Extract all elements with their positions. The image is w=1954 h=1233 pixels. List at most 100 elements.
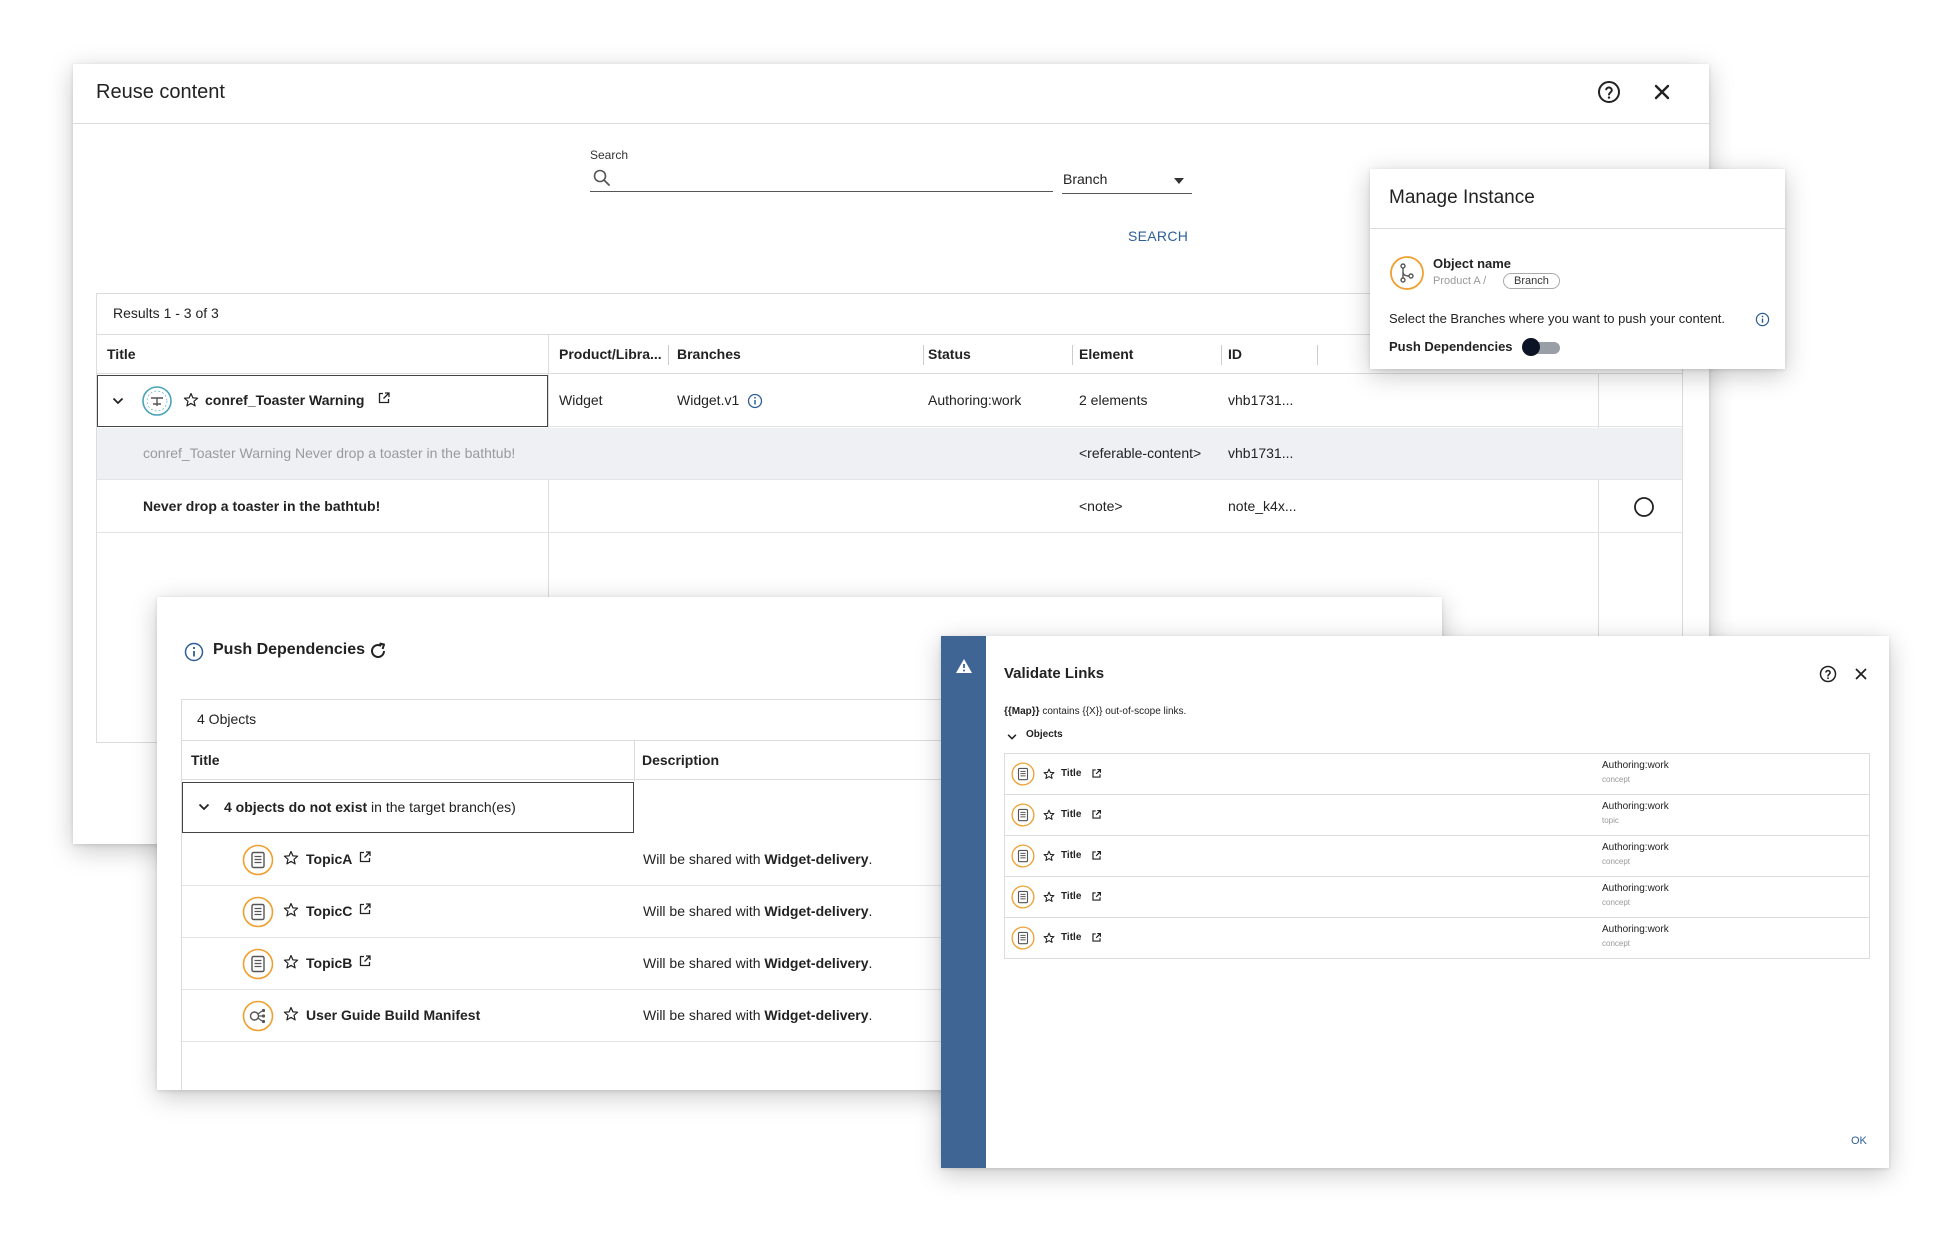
info-icon[interactable] bbox=[1755, 312, 1770, 327]
chevron-down-icon[interactable] bbox=[111, 394, 125, 408]
item-title[interactable]: Title bbox=[1061, 850, 1081, 861]
chevron-down-icon[interactable] bbox=[197, 800, 211, 814]
item-name[interactable]: TopicB bbox=[306, 955, 352, 971]
item-title[interactable]: Title bbox=[1061, 809, 1081, 820]
item-status: Authoring:work bbox=[1602, 924, 1669, 935]
star-icon[interactable] bbox=[1043, 809, 1055, 821]
star-icon[interactable] bbox=[183, 392, 199, 408]
column-header-title[interactable]: Title bbox=[191, 752, 220, 768]
topic-icon bbox=[1011, 762, 1035, 786]
help-icon[interactable] bbox=[1597, 80, 1621, 104]
help-icon[interactable] bbox=[1819, 665, 1837, 683]
branch-chip[interactable]: Branch bbox=[1503, 273, 1560, 289]
push-dependencies-label: Push Dependencies bbox=[1389, 339, 1513, 354]
list-item[interactable]: Title Authoring:work topic bbox=[1005, 795, 1869, 836]
item-status: Authoring:work bbox=[1602, 883, 1669, 894]
column-header-status[interactable]: Status bbox=[928, 346, 971, 362]
topic-icon bbox=[242, 896, 274, 928]
external-link-icon[interactable] bbox=[358, 850, 372, 864]
external-link-icon[interactable] bbox=[377, 391, 391, 405]
item-type: concept bbox=[1602, 857, 1631, 866]
desc-target: Widget-delivery bbox=[764, 1007, 869, 1023]
column-header-title[interactable]: Title bbox=[107, 346, 136, 362]
star-icon[interactable] bbox=[283, 1006, 299, 1022]
objects-label: Objects bbox=[1026, 729, 1063, 740]
toggle-knob bbox=[1522, 338, 1540, 356]
item-name[interactable]: User Guide Build Manifest bbox=[306, 1007, 480, 1023]
item-description: Will be shared with Widget-delivery. bbox=[643, 1007, 872, 1023]
search-input[interactable] bbox=[590, 166, 1053, 192]
column-header-product[interactable]: Product/Libra... bbox=[559, 346, 662, 362]
topic-icon bbox=[1011, 844, 1035, 868]
star-icon[interactable] bbox=[283, 850, 299, 866]
column-divider[interactable] bbox=[1317, 345, 1318, 365]
item-name[interactable]: TopicA bbox=[306, 851, 352, 867]
search-icon bbox=[592, 168, 612, 188]
external-link-icon[interactable] bbox=[1091, 850, 1102, 861]
external-link-icon[interactable] bbox=[358, 902, 372, 916]
table-row[interactable]: conref_Toaster Warning Widget Widget.v1 … bbox=[97, 375, 1682, 427]
external-link-icon[interactable] bbox=[1091, 932, 1102, 943]
item-type: concept bbox=[1602, 939, 1631, 948]
item-type: concept bbox=[1602, 898, 1631, 907]
search-label: Search bbox=[590, 148, 629, 162]
row-product: Widget bbox=[559, 392, 603, 408]
search-button[interactable]: SEARCH bbox=[1128, 228, 1188, 244]
column-header-id[interactable]: ID bbox=[1228, 346, 1242, 362]
radio-button[interactable] bbox=[1633, 496, 1655, 518]
close-icon[interactable] bbox=[1651, 81, 1673, 103]
external-link-icon[interactable] bbox=[1091, 809, 1102, 820]
star-icon[interactable] bbox=[1043, 932, 1055, 944]
row-element: 2 elements bbox=[1079, 392, 1148, 408]
star-icon[interactable] bbox=[283, 902, 299, 918]
list-item[interactable]: Title Authoring:work concept bbox=[1005, 918, 1869, 959]
item-name[interactable]: TopicC bbox=[306, 903, 352, 919]
desc-prefix: Will be shared with bbox=[643, 903, 765, 919]
star-icon[interactable] bbox=[1043, 768, 1055, 780]
row-branch: Widget.v1 bbox=[677, 392, 740, 408]
close-icon[interactable] bbox=[1853, 666, 1869, 682]
item-title[interactable]: Title bbox=[1061, 768, 1081, 779]
item-type: topic bbox=[1602, 816, 1619, 825]
caret-down-icon bbox=[1174, 178, 1184, 184]
table-row[interactable]: Never drop a toaster in the bathtub! <no… bbox=[97, 481, 1682, 533]
warning-icon bbox=[955, 658, 973, 674]
refresh-icon[interactable] bbox=[368, 641, 388, 661]
item-description: Will be shared with Widget-delivery. bbox=[643, 955, 872, 971]
item-title[interactable]: Title bbox=[1061, 932, 1081, 943]
column-header-branches[interactable]: Branches bbox=[677, 346, 741, 362]
star-icon[interactable] bbox=[1043, 891, 1055, 903]
desc-prefix: Will be shared with bbox=[643, 1007, 765, 1023]
list-item[interactable]: Title Authoring:work concept bbox=[1005, 836, 1869, 877]
info-icon[interactable] bbox=[747, 393, 763, 409]
column-header-element[interactable]: Element bbox=[1079, 346, 1133, 362]
item-description: Will be shared with Widget-delivery. bbox=[643, 903, 872, 919]
group-label: 4 objects do not exist in the target bra… bbox=[224, 799, 516, 815]
item-title[interactable]: Title bbox=[1061, 891, 1081, 902]
external-link-icon[interactable] bbox=[358, 954, 372, 968]
ok-button[interactable]: OK bbox=[1851, 1135, 1867, 1147]
star-icon[interactable] bbox=[283, 954, 299, 970]
column-divider[interactable] bbox=[1072, 345, 1073, 365]
list-item[interactable]: Title Authoring:work concept bbox=[1005, 877, 1869, 918]
row-title[interactable]: conref_Toaster Warning bbox=[205, 392, 364, 408]
message-map: {{Map}} bbox=[1004, 706, 1040, 717]
push-dependencies-toggle[interactable] bbox=[1522, 338, 1560, 356]
map-icon bbox=[242, 1000, 274, 1032]
external-link-icon[interactable] bbox=[1091, 768, 1102, 779]
topic-icon bbox=[1011, 803, 1035, 827]
star-icon[interactable] bbox=[1043, 850, 1055, 862]
branch-icon bbox=[1389, 255, 1425, 291]
desc-suffix: . bbox=[868, 955, 873, 971]
dependency-group[interactable]: 4 objects do not exist in the target bra… bbox=[182, 782, 634, 833]
dialog-header: Reuse content bbox=[73, 64, 1709, 124]
column-divider[interactable] bbox=[668, 345, 669, 365]
list-item[interactable]: Title Authoring:work concept bbox=[1005, 754, 1869, 795]
table-row[interactable]: conref_Toaster Warning Never drop a toas… bbox=[97, 428, 1682, 480]
external-link-icon[interactable] bbox=[1091, 891, 1102, 902]
row-id: note_k4x... bbox=[1228, 498, 1297, 514]
column-divider[interactable] bbox=[1221, 345, 1222, 365]
column-header-description[interactable]: Description bbox=[642, 752, 719, 768]
branch-select[interactable]: Branch bbox=[1062, 166, 1192, 194]
column-divider[interactable] bbox=[923, 345, 924, 365]
